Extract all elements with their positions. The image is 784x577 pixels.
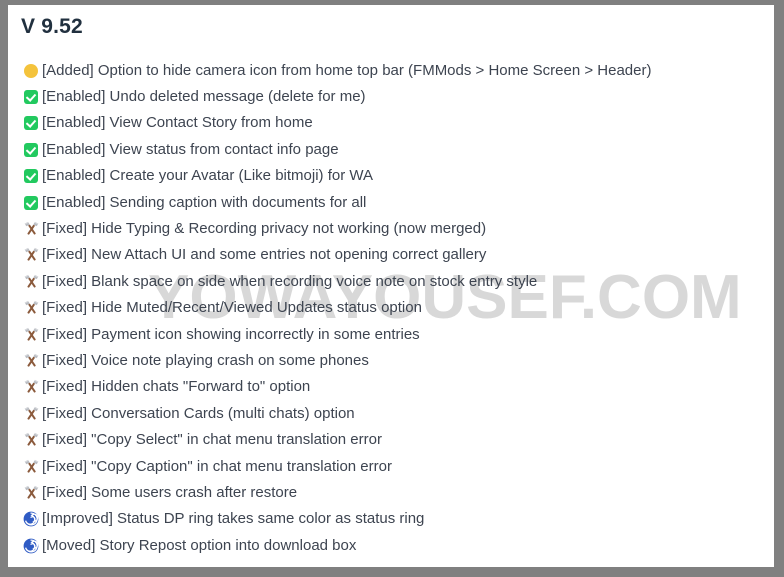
- changelog-entry-text: [Fixed] "Copy Select" in chat menu trans…: [42, 431, 382, 449]
- changelog-entry: [Fixed] Hidden chats "Forward to" option: [8, 374, 774, 400]
- changelog-entry-text: [Improved] Status DP ring takes same col…: [42, 510, 425, 528]
- yellow-dot-icon: [24, 63, 38, 78]
- changelog-entry: [Fixed] "Copy Select" in chat menu trans…: [8, 426, 774, 452]
- changelog-entry: [Moved] Story Repost option into downloa…: [8, 532, 774, 558]
- changelog-entry-text: [Fixed] Hide Typing & Recording privacy …: [42, 220, 487, 238]
- changelog-entry: [Fixed] Hide Muted/Recent/Viewed Updates…: [8, 295, 774, 321]
- hammer-and-pick-icon: [23, 379, 40, 395]
- changelog-card: YOWAYOUSEF.COM V 9.52 [Added] Option to …: [8, 5, 774, 567]
- changelog-entry-text: [Enabled] Sending caption with documents…: [42, 193, 367, 211]
- changelog-entry: [Enabled] Sending caption with documents…: [8, 189, 774, 215]
- changelog-entry-text: [Fixed] Conversation Cards (multi chats)…: [42, 404, 355, 422]
- entry-icon: [23, 273, 40, 290]
- entry-icon: [23, 458, 40, 475]
- changelog-entry: [Fixed] Some users crash after restore: [8, 479, 774, 505]
- entry-icon: [23, 352, 40, 369]
- changelog-entry: [Enabled] View Contact Story from home: [8, 110, 774, 136]
- changelog-entry: [Fixed] "Copy Caption" in chat menu tran…: [8, 453, 774, 479]
- changelog-entry: [Enabled] View status from contact info …: [8, 136, 774, 162]
- changelog-entry: [Fixed] Voice note playing crash on some…: [8, 347, 774, 373]
- changelog-entry-text: [Enabled] View Contact Story from home: [42, 114, 313, 132]
- entry-icon: [23, 62, 40, 79]
- changelog-content: V 9.52 [Added] Option to hide camera ico…: [8, 5, 774, 567]
- blue-spiral-icon: [23, 511, 39, 527]
- entry-icon: [23, 484, 40, 501]
- hammer-and-pick-icon: [23, 327, 40, 343]
- green-check-icon: [24, 116, 38, 131]
- green-check-icon: [24, 195, 38, 210]
- entry-icon: [23, 299, 40, 316]
- entry-icon: [23, 431, 40, 448]
- green-check-icon: [24, 90, 38, 105]
- entry-icon: [23, 141, 40, 158]
- changelog-entry: [Fixed] Hide Typing & Recording privacy …: [8, 215, 774, 241]
- hammer-and-pick-icon: [23, 274, 40, 290]
- entry-icon: [23, 510, 40, 527]
- changelog-entry: [Added] Option to hide camera icon from …: [8, 57, 774, 83]
- entry-icon: [23, 405, 40, 422]
- changelog-entry-text: [Fixed] New Attach UI and some entries n…: [42, 246, 487, 264]
- changelog-list: [Added] Option to hide camera icon from …: [8, 57, 774, 558]
- green-check-icon: [24, 169, 38, 184]
- changelog-entry-text: [Fixed] "Copy Caption" in chat menu tran…: [42, 457, 392, 475]
- hammer-and-pick-icon: [23, 432, 40, 448]
- entry-icon: [23, 326, 40, 343]
- window-frame: YOWAYOUSEF.COM V 9.52 [Added] Option to …: [0, 0, 784, 577]
- hammer-and-pick-icon: [23, 300, 40, 316]
- changelog-entry-text: [Fixed] Some users crash after restore: [42, 483, 298, 501]
- changelog-entry-text: [Enabled] View status from contact info …: [42, 140, 339, 158]
- hammer-and-pick-icon: [23, 221, 40, 237]
- changelog-entry: [Fixed] Blank space on side when recordi…: [8, 268, 774, 294]
- changelog-entry: [Enabled] Create your Avatar (Like bitmo…: [8, 163, 774, 189]
- hammer-and-pick-icon: [23, 459, 40, 475]
- changelog-entry-text: [Moved] Story Repost option into downloa…: [42, 536, 357, 554]
- changelog-entry: [Fixed] Conversation Cards (multi chats)…: [8, 400, 774, 426]
- changelog-entry: [Fixed] Payment icon showing incorrectly…: [8, 321, 774, 347]
- page-title: V 9.52: [21, 15, 83, 38]
- entry-icon: [23, 220, 40, 237]
- changelog-entry-text: [Fixed] Hide Muted/Recent/Viewed Updates…: [42, 299, 422, 317]
- changelog-entry: [Enabled] Undo deleted message (delete f…: [8, 83, 774, 109]
- changelog-entry-text: [Enabled] Create your Avatar (Like bitmo…: [42, 167, 373, 185]
- changelog-entry: [Fixed] New Attach UI and some entries n…: [8, 242, 774, 268]
- changelog-entry-text: [Fixed] Voice note playing crash on some…: [42, 351, 369, 369]
- entry-icon: [23, 246, 40, 263]
- changelog-entry: [Improved] Status DP ring takes same col…: [8, 506, 774, 532]
- entry-icon: [23, 88, 40, 105]
- hammer-and-pick-icon: [23, 406, 40, 422]
- hammer-and-pick-icon: [23, 485, 40, 501]
- entry-icon: [23, 194, 40, 211]
- changelog-entry-text: [Fixed] Hidden chats "Forward to" option: [42, 378, 311, 396]
- hammer-and-pick-icon: [23, 353, 40, 369]
- changelog-entry-text: [Enabled] Undo deleted message (delete f…: [42, 88, 366, 106]
- entry-icon: [23, 167, 40, 184]
- changelog-entry-text: [Fixed] Blank space on side when recordi…: [42, 272, 538, 290]
- blue-spiral-icon: [23, 538, 39, 554]
- changelog-entry-text: [Added] Option to hide camera icon from …: [42, 61, 652, 79]
- changelog-entry-text: [Fixed] Payment icon showing incorrectly…: [42, 325, 420, 343]
- entry-icon: [23, 378, 40, 395]
- green-check-icon: [24, 142, 38, 157]
- entry-icon: [23, 537, 40, 554]
- hammer-and-pick-icon: [23, 247, 40, 263]
- entry-icon: [23, 114, 40, 131]
